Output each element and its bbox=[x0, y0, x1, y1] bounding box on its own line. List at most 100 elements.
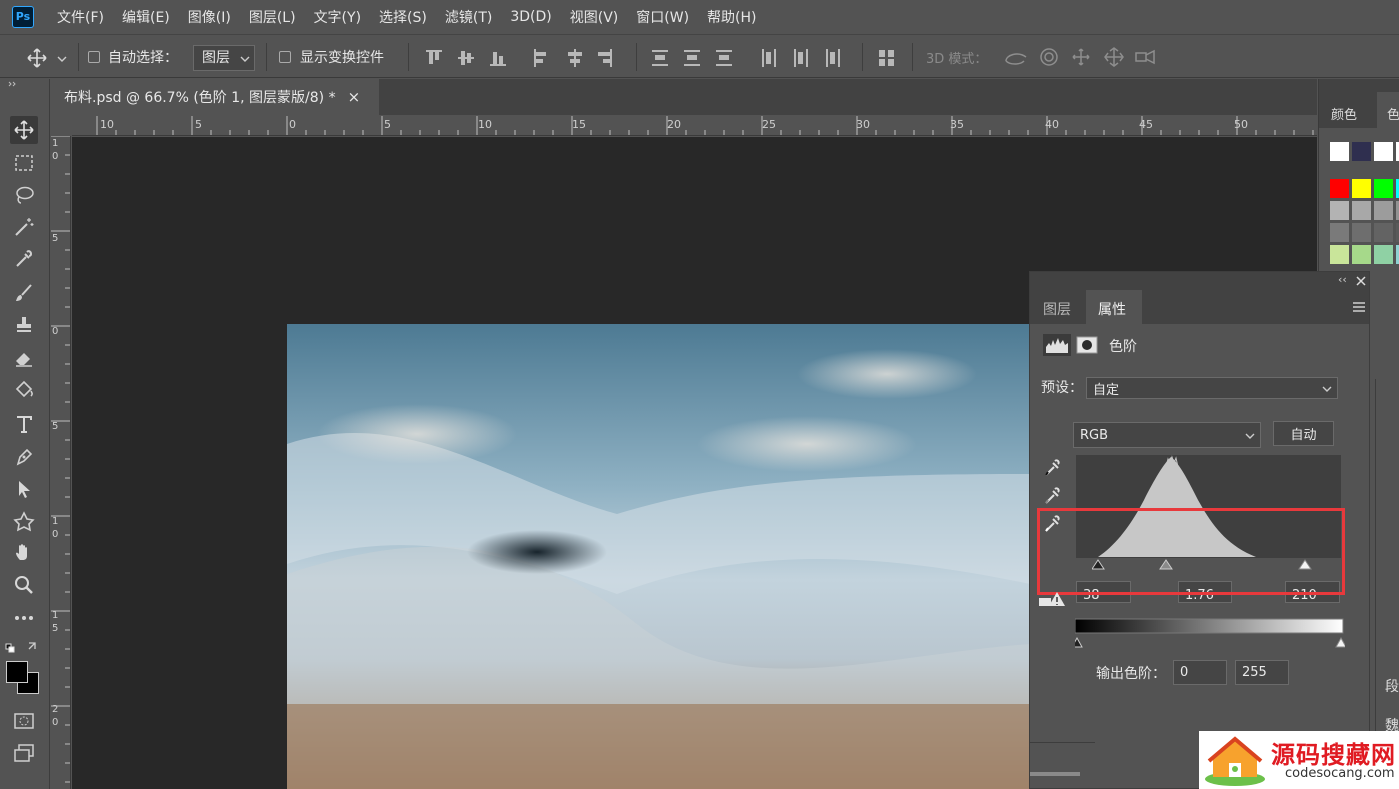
foreground-color-swatch[interactable] bbox=[6, 661, 28, 683]
ruler-label: 45 bbox=[1139, 118, 1153, 131]
color-swatch[interactable] bbox=[1330, 179, 1349, 198]
black-point-eyedropper-icon[interactable] bbox=[1043, 458, 1063, 478]
menu-layer[interactable]: 图层(L) bbox=[240, 7, 305, 27]
quick-mask-tool[interactable] bbox=[10, 707, 38, 735]
horizontal-ruler[interactable]: 10 5 0 5 10 15 20 25 30 35 40 45 50 bbox=[72, 116, 1317, 136]
brush-tool[interactable] bbox=[10, 279, 38, 307]
eraser-tool[interactable] bbox=[10, 344, 38, 372]
menu-type[interactable]: 文字(Y) bbox=[305, 7, 370, 27]
color-swatch[interactable] bbox=[1374, 245, 1393, 264]
move-tool[interactable] bbox=[10, 116, 38, 144]
3d-mode-icons[interactable] bbox=[1002, 45, 1162, 71]
distribute-icons[interactable] bbox=[650, 47, 850, 69]
menu-filter[interactable]: 滤镜(T) bbox=[436, 7, 501, 27]
tab-color[interactable]: 颜色 bbox=[1319, 92, 1377, 128]
menu-view[interactable]: 视图(V) bbox=[561, 7, 628, 27]
color-swatch[interactable] bbox=[1374, 201, 1393, 220]
color-swatch[interactable] bbox=[1374, 142, 1393, 161]
chevron-down-icon[interactable] bbox=[57, 55, 67, 63]
gray-point-eyedropper-icon[interactable] bbox=[1043, 486, 1063, 506]
vertical-ruler[interactable]: 1 0 5 0 5 1 0 1 5 2 0 bbox=[51, 136, 71, 789]
menu-window[interactable]: 窗口(W) bbox=[627, 7, 698, 27]
photoshop-logo[interactable]: Ps bbox=[12, 5, 34, 28]
screen-mode-tool[interactable] bbox=[10, 739, 38, 767]
preset-label: 预设： bbox=[1041, 380, 1083, 396]
panel-menu-icon[interactable] bbox=[1352, 302, 1366, 312]
tab-layers[interactable]: 图层 bbox=[1030, 290, 1086, 324]
collapse-panel-icon[interactable]: ‹‹ bbox=[1338, 273, 1347, 286]
tab-swatches[interactable]: 色 bbox=[1377, 92, 1399, 128]
color-swatch[interactable] bbox=[1374, 223, 1393, 242]
menu-image[interactable]: 图像(I) bbox=[179, 7, 240, 27]
distribute-spacing-icon[interactable] bbox=[876, 47, 898, 69]
tab-properties[interactable]: 属性 bbox=[1086, 290, 1142, 324]
color-swatch[interactable] bbox=[1330, 201, 1349, 220]
watermark-house-logo bbox=[1205, 736, 1265, 786]
color-swatch[interactable] bbox=[1352, 179, 1371, 198]
marquee-tool[interactable] bbox=[10, 149, 38, 177]
auto-select-checkbox[interactable] bbox=[88, 51, 100, 63]
eyedropper-tool[interactable] bbox=[10, 245, 38, 273]
tab-layers-label: 图层 bbox=[1043, 302, 1071, 318]
color-swatch[interactable] bbox=[1352, 142, 1371, 161]
auto-button-label: 自动 bbox=[1290, 428, 1317, 443]
move-tool-icon[interactable] bbox=[26, 47, 48, 69]
color-swatch[interactable] bbox=[1352, 223, 1371, 242]
ruler-ticks bbox=[96, 116, 1314, 135]
color-swatch[interactable] bbox=[1374, 179, 1393, 198]
magic-wand-tool[interactable] bbox=[10, 213, 38, 241]
pen-tool[interactable] bbox=[10, 443, 38, 471]
divider bbox=[912, 43, 913, 71]
channel-dropdown[interactable]: RGB bbox=[1073, 422, 1261, 448]
custom-shape-tool[interactable] bbox=[10, 507, 38, 535]
preset-dropdown[interactable]: 自定 bbox=[1086, 377, 1338, 399]
ellipsis-icon bbox=[15, 616, 33, 620]
color-swatch[interactable] bbox=[1352, 245, 1371, 264]
color-swatch[interactable] bbox=[1330, 245, 1349, 264]
color-swatch[interactable] bbox=[1330, 223, 1349, 242]
output-levels-gradient[interactable] bbox=[1075, 618, 1345, 652]
auto-select-target-dropdown[interactable]: 图层 bbox=[193, 45, 255, 71]
fabric-image bbox=[287, 324, 1030, 789]
clipping-warning-icon[interactable] bbox=[1037, 590, 1067, 608]
menu-file[interactable]: 文件(F) bbox=[48, 7, 113, 27]
auto-button[interactable]: 自动 bbox=[1273, 421, 1334, 446]
properties-panel: ‹‹ 图层 属性 色阶 预设： 自定 RGB 自动 38 1.76 210 输出… bbox=[1029, 271, 1370, 789]
brush-icon bbox=[16, 284, 32, 301]
menu-3d[interactable]: 3D(D) bbox=[501, 9, 560, 25]
layer-mask-icon[interactable] bbox=[1076, 335, 1098, 355]
show-transform-checkbox[interactable] bbox=[279, 51, 291, 63]
stamp-tool[interactable] bbox=[10, 311, 38, 339]
swap-colors-icon[interactable] bbox=[5, 640, 41, 654]
color-swatch[interactable] bbox=[1330, 142, 1349, 161]
preset-value: 自定 bbox=[1093, 382, 1120, 398]
ruler-label: 1 bbox=[52, 516, 59, 527]
move-icon bbox=[14, 120, 34, 140]
close-icon[interactable]: × bbox=[348, 88, 361, 106]
path-selection-tool[interactable] bbox=[10, 475, 38, 503]
menu-edit[interactable]: 编辑(E) bbox=[113, 7, 179, 27]
close-icon[interactable] bbox=[1356, 276, 1366, 286]
more-tools[interactable] bbox=[10, 604, 38, 632]
menu-select[interactable]: 选择(S) bbox=[370, 7, 436, 27]
paint-bucket-tool[interactable] bbox=[10, 376, 38, 404]
hand-tool[interactable] bbox=[10, 539, 38, 567]
zoom-icon bbox=[15, 576, 33, 594]
shape-icon bbox=[13, 511, 35, 532]
collapse-icon[interactable] bbox=[8, 81, 18, 87]
color-swatch[interactable] bbox=[1352, 201, 1371, 220]
align-icons[interactable] bbox=[424, 47, 654, 69]
menu-help[interactable]: 帮助(H) bbox=[698, 7, 765, 27]
type-tool[interactable] bbox=[10, 410, 38, 438]
pen-icon bbox=[16, 448, 33, 466]
output-white-value: 255 bbox=[1242, 665, 1267, 680]
output-black-field[interactable]: 0 bbox=[1173, 660, 1227, 685]
output-white-field[interactable]: 255 bbox=[1235, 660, 1289, 685]
ruler-label: 0 bbox=[52, 717, 59, 728]
type-icon bbox=[17, 416, 32, 433]
lasso-tool[interactable] bbox=[10, 181, 38, 209]
zoom-tool[interactable] bbox=[10, 571, 38, 599]
side-label-paragraph[interactable]: 段 bbox=[1385, 676, 1399, 696]
adjustment-title: 色阶 bbox=[1109, 339, 1137, 355]
document-tab[interactable]: 布料.psd @ 66.7% (色阶 1, 图层蒙版/8) * × bbox=[51, 79, 379, 115]
